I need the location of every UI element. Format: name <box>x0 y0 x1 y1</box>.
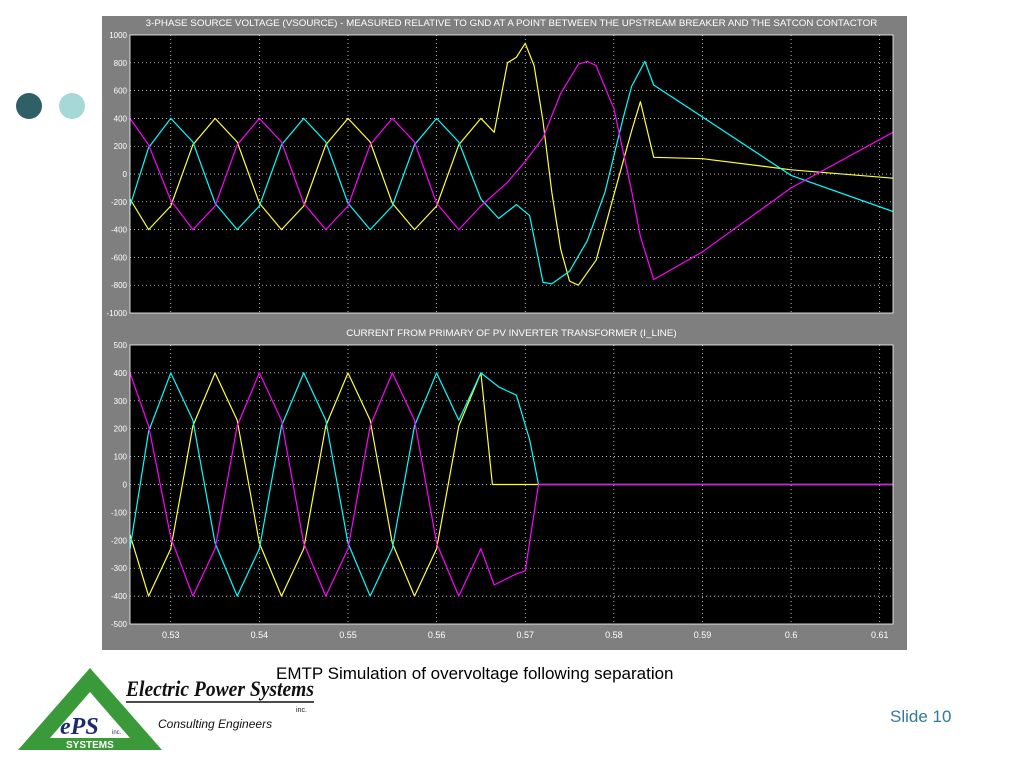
decor-dot-light <box>59 93 85 119</box>
y-tick-label: 200 <box>114 142 128 151</box>
x-tick-label: 0.57 <box>516 630 534 640</box>
y-tick-label: -300 <box>111 564 128 573</box>
y-tick-label: -200 <box>111 536 128 545</box>
y-tick-label: 0 <box>123 170 128 179</box>
x-tick-label: 0.59 <box>694 630 712 640</box>
y-tick-label: -1000 <box>107 309 128 318</box>
y-tick-label: 800 <box>114 59 128 68</box>
y-tick-label: 400 <box>114 114 128 123</box>
y-tick-label: 500 <box>114 341 128 350</box>
x-tick-label: 0.58 <box>605 630 623 640</box>
figure-panel: 3-PHASE SOURCE VOLTAGE (VSOURCE) - MEASU… <box>102 16 907 650</box>
chart-2: CURRENT FROM PRIMARY OF PV INVERTER TRAN… <box>111 328 894 640</box>
logo-monogram-suffix: inc. <box>112 730 122 736</box>
y-tick-label: 600 <box>114 87 128 96</box>
slide-caption: EMTP Simulation of overvoltage following… <box>276 664 674 683</box>
chart-1: 3-PHASE SOURCE VOLTAGE (VSOURCE) - MEASU… <box>107 18 894 318</box>
x-tick-label: 0.6 <box>785 630 798 640</box>
logo-company-name: Electric Power Systems <box>125 676 314 701</box>
chart-figure: 3-PHASE SOURCE VOLTAGE (VSOURCE) - MEASU… <box>107 18 894 640</box>
logo-monogram: ePS <box>60 714 99 740</box>
x-tick-label: 0.61 <box>871 630 889 640</box>
logo-ring-bottom: SYSTEMS <box>66 740 114 751</box>
y-tick-label: -800 <box>111 281 128 290</box>
x-tick-label: 0.53 <box>162 630 180 640</box>
chart-title: 3-PHASE SOURCE VOLTAGE (VSOURCE) - MEASU… <box>146 18 878 28</box>
x-tick-label: 0.54 <box>251 630 269 640</box>
y-tick-label: 400 <box>114 369 128 378</box>
decor-dot-dark <box>16 93 42 119</box>
slide-number: Slide 10 <box>890 707 952 726</box>
logo-suffix: inc. <box>296 707 307 714</box>
x-tick-label: 0.56 <box>428 630 446 640</box>
y-tick-label: -100 <box>111 508 128 517</box>
y-tick-label: 0 <box>123 481 128 490</box>
company-logo: ELECTRIC POWER SYSTEMS ePS inc. Electric… <box>14 662 324 759</box>
y-tick-label: -500 <box>111 620 128 629</box>
y-tick-label: 200 <box>114 425 128 434</box>
y-tick-label: -600 <box>111 253 128 262</box>
eps-logo: ELECTRIC POWER SYSTEMS ePS inc. Electric… <box>18 668 314 751</box>
y-tick-label: -400 <box>111 226 128 235</box>
y-tick-label: -200 <box>111 198 128 207</box>
chart-title: CURRENT FROM PRIMARY OF PV INVERTER TRAN… <box>346 328 676 338</box>
logo-tagline: Consulting Engineers <box>158 717 272 731</box>
y-tick-label: 100 <box>114 453 128 462</box>
y-tick-label: 1000 <box>109 31 127 40</box>
x-tick-label: 0.55 <box>339 630 357 640</box>
y-tick-label: 300 <box>114 397 128 406</box>
y-tick-label: -400 <box>111 592 128 601</box>
